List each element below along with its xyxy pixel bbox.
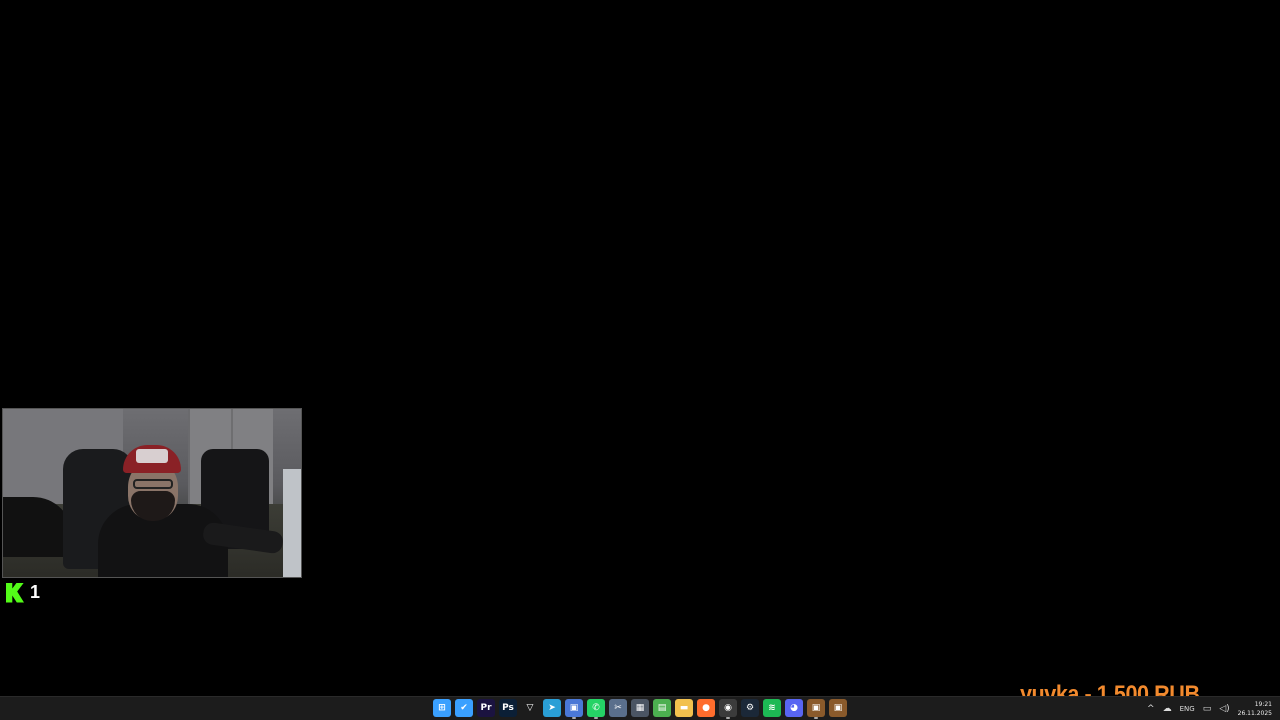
webcam-cap-logo [136,449,168,463]
vpn-triangle-icon[interactable]: ▽ [521,699,539,717]
file-explorer-icon[interactable]: ▬ [675,699,693,717]
steam-icon[interactable]: ⚙ [741,699,759,717]
desktop-background [0,0,1280,696]
tasks-check-icon[interactable]: ✔ [455,699,473,717]
tray-overflow-chevron-icon[interactable]: ^ [1147,704,1155,714]
windows-start-icon[interactable]: ⊞ [433,699,451,717]
taskbar-pinned-apps: ⊞ ✔ Pr Ps ▽ ➤ ▣ ✆ ✂ ▦ ▤ ▬ ● ◉ ⚙ ≋ ◕ ▣ ▣ [433,699,847,719]
clock-date: 26.11.2025 [1237,710,1272,717]
premiere-pro-icon[interactable]: Pr [477,699,495,717]
spotify-icon[interactable]: ≋ [763,699,781,717]
snipping-tool-icon[interactable]: ✂ [609,699,627,717]
whatsapp-icon[interactable]: ✆ [587,699,605,719]
system-tray: ^ ☁ ENG ▭ ◁) 19:21 26.11.2025 [1147,697,1272,720]
photoshop-icon[interactable]: Ps [499,699,517,717]
webcam-whiteboard [283,469,301,577]
box-app-icon[interactable]: ▣ [807,699,825,719]
language-indicator[interactable]: ENG [1180,705,1195,713]
volume-icon[interactable]: ◁) [1219,704,1229,714]
webcam-person-glasses [133,479,173,489]
onedrive-cloud-icon[interactable]: ☁ [1163,704,1172,714]
kick-viewer-counter: 1 [6,582,40,603]
taskbar-clock[interactable]: 19:21 26.11.2025 [1238,700,1272,718]
telegram-icon[interactable]: ➤ [543,699,561,717]
chrome-icon[interactable]: ◉ [719,699,737,719]
windows-taskbar: ⊞ ✔ Pr Ps ▽ ➤ ▣ ✆ ✂ ▦ ▤ ▬ ● ◉ ⚙ ≋ ◕ ▣ ▣ ^ ☁ ENG ▭ ◁) 19:21… [0,696,1280,720]
phone-link-icon[interactable]: ▣ [565,699,583,719]
network-icon[interactable]: ▭ [1203,704,1212,714]
firefox-icon[interactable]: ● [697,699,715,717]
kick-viewer-count: 1 [30,582,41,602]
kick-logo-icon [6,582,24,603]
clock-time: 19:21 [1254,701,1272,708]
webcam-overlay [2,408,302,578]
box-app-2-icon[interactable]: ▣ [829,699,847,717]
notepad-icon[interactable]: ▤ [653,699,671,717]
discord-icon[interactable]: ◕ [785,699,803,717]
calculator-icon[interactable]: ▦ [631,699,649,717]
